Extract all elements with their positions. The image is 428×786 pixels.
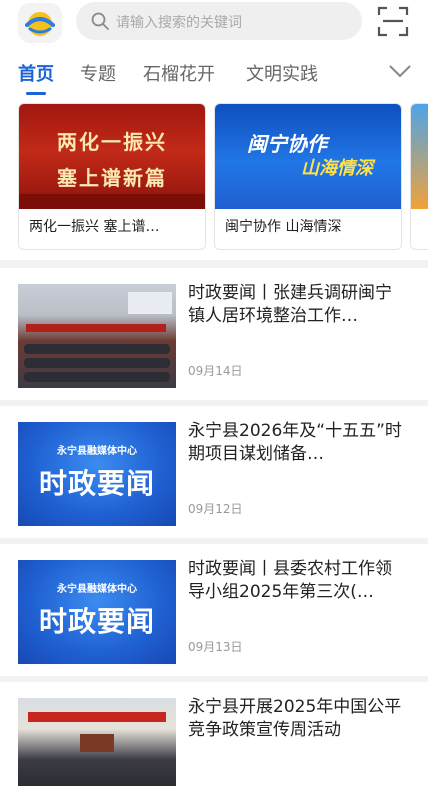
search-placeholder: 请输入搜索的关键词 <box>116 15 242 31</box>
tab-shiliu[interactable]: 石榴花开 <box>143 60 215 86</box>
news-date: 09月12日 <box>188 502 243 516</box>
banner-carousel[interactable]: 两化一振兴 塞上谱新篇 两化一振兴 塞上谱… 闽宁协作 山海情深 闽宁协作 山海… <box>0 100 428 260</box>
app-logo-icon[interactable] <box>18 3 62 43</box>
thumbnail-text: 时政要闻 <box>38 467 155 500</box>
news-date: 09月14日 <box>188 364 243 378</box>
news-thumbnail <box>18 284 176 388</box>
banner-image: 两化一振兴 塞上谱新篇 <box>19 104 205 209</box>
news-title: 时政要闻丨县委农村工作领导小组2025年第三次(… <box>188 559 392 602</box>
banner-image: 闽宁协作 山海情深 <box>215 104 401 209</box>
news-item[interactable]: 时政要闻丨张建兵调研闽宁镇人居环境整治工作… 09月14日 <box>0 268 428 400</box>
tab-civilization[interactable]: 文明实践 <box>246 60 318 86</box>
news-item[interactable]: 永宁县融媒体中心 时政要闻 永宁县2026年及“十五五”时期项目谋划储备… 09… <box>0 406 428 538</box>
thumbnail-text: 时政要闻 <box>38 605 155 638</box>
thumbnail-text: 永宁县融媒体中心 <box>57 584 137 595</box>
banner-image-text: 两化一振兴 <box>57 130 167 154</box>
top-bar: 请输入搜索的关键词 <box>0 0 428 46</box>
news-thumbnail: 永宁县融媒体中心 时政要闻 <box>18 560 176 664</box>
news-thumbnail: 永宁县融媒体中心 时政要闻 <box>18 422 176 526</box>
active-tab-indicator <box>26 92 46 95</box>
news-title: 时政要闻丨张建兵调研闽宁镇人居环境整治工作… <box>188 283 392 326</box>
news-item[interactable]: 永宁县融媒体中心 时政要闻 时政要闻丨县委农村工作领导小组2025年第三次(… … <box>0 544 428 676</box>
tab-home[interactable]: 首页 <box>18 60 54 86</box>
banner-image-text: 山海情深 <box>301 158 373 179</box>
chevron-down-icon[interactable] <box>388 62 412 80</box>
news-date: 09月13日 <box>188 640 243 654</box>
banner-card-partial[interactable] <box>410 103 428 250</box>
news-item[interactable]: 永宁县开展2025年中国公平竞争政策宣传周活动 <box>0 682 428 786</box>
banner-image-text: 塞上谱新篇 <box>57 166 167 190</box>
channel-tabs: 首页 专题 石榴花开 文明实践 <box>0 46 428 100</box>
banner-decoration <box>19 194 205 209</box>
thumbnail-text: 永宁县融媒体中心 <box>57 446 137 457</box>
banner-caption: 闽宁协作 山海情深 <box>225 219 342 235</box>
search-bar[interactable]: 请输入搜索的关键词 <box>76 2 362 40</box>
tab-topics[interactable]: 专题 <box>80 60 116 86</box>
news-thumbnail <box>18 698 176 786</box>
banner-image-text: 闽宁协作 <box>247 132 327 156</box>
banner-image <box>411 104 428 209</box>
banner-card[interactable]: 闽宁协作 山海情深 闽宁协作 山海情深 <box>214 103 402 250</box>
search-icon <box>91 12 109 30</box>
news-title: 永宁县开展2025年中国公平竞争政策宣传周活动 <box>188 697 402 740</box>
banner-caption: 两化一振兴 塞上谱… <box>29 219 160 235</box>
news-title: 永宁县2026年及“十五五”时期项目谋划储备… <box>188 421 402 464</box>
banner-card[interactable]: 两化一振兴 塞上谱新篇 两化一振兴 塞上谱… <box>18 103 206 250</box>
scan-icon[interactable] <box>376 4 410 38</box>
